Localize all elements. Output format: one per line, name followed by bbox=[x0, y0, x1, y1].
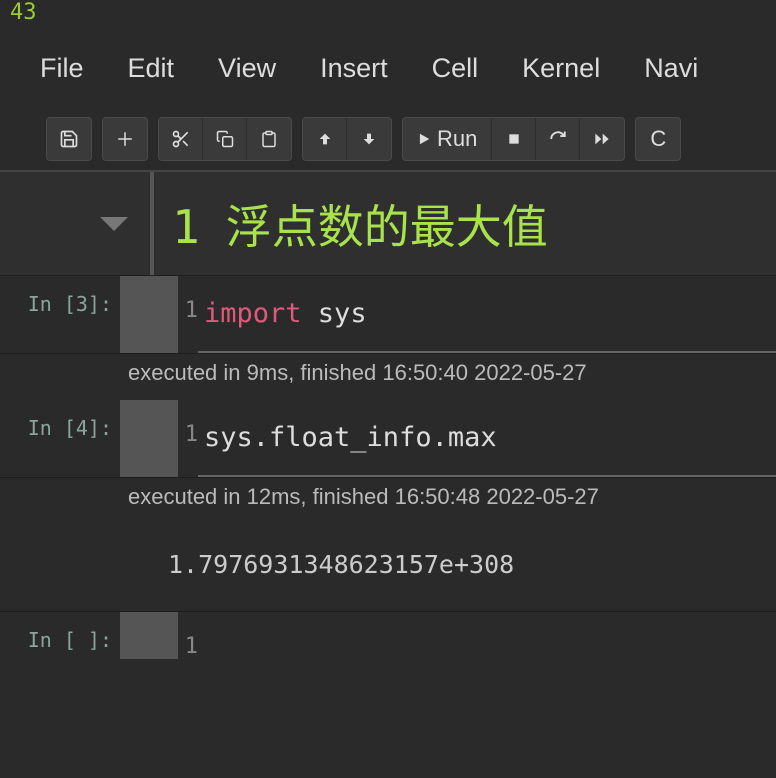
code-cell[interactable]: In [4]: 1 sys.float_info.max executed in… bbox=[0, 400, 776, 612]
heading-title: 浮点数的最大值 bbox=[226, 191, 548, 257]
code-cell[interactable]: In [3]: 1 import sys executed in 9ms, fi… bbox=[0, 276, 776, 400]
cell-output: 1.7976931348623157e+308 bbox=[168, 524, 514, 611]
move-down-button[interactable] bbox=[347, 118, 391, 160]
heading-divider bbox=[150, 172, 154, 275]
line-number: 1 bbox=[178, 276, 198, 353]
cut-button[interactable] bbox=[159, 118, 203, 160]
refresh-icon bbox=[549, 130, 567, 148]
cell-type-label: C bbox=[650, 126, 666, 152]
line-number: 1 bbox=[178, 400, 198, 477]
arrow-down-icon bbox=[361, 131, 377, 147]
restart-button[interactable] bbox=[536, 118, 580, 160]
code-text: sys bbox=[302, 298, 367, 329]
paste-button[interactable] bbox=[247, 118, 291, 160]
cell-gutter bbox=[120, 612, 178, 659]
cell-gutter bbox=[120, 400, 178, 477]
arrow-up-icon bbox=[317, 131, 333, 147]
execution-info: executed in 9ms, finished 16:50:40 2022-… bbox=[128, 354, 587, 396]
top-number-label: 43 bbox=[0, 0, 776, 25]
code-input[interactable]: import sys bbox=[198, 276, 776, 353]
save-icon bbox=[59, 129, 79, 149]
heading-index: 1 bbox=[172, 200, 200, 254]
copy-icon bbox=[216, 130, 234, 148]
scissors-icon bbox=[171, 129, 191, 149]
run-button-label: Run bbox=[437, 126, 477, 152]
move-up-button[interactable] bbox=[303, 118, 347, 160]
menu-kernel[interactable]: Kernel bbox=[522, 53, 600, 84]
menu-bar: File Edit View Insert Cell Kernel Navi bbox=[0, 25, 776, 108]
restart-run-all-button[interactable] bbox=[580, 118, 624, 160]
stop-icon bbox=[507, 132, 521, 146]
input-prompt: In [ ]: bbox=[0, 612, 120, 659]
menu-view[interactable]: View bbox=[218, 53, 276, 84]
input-prompt: In [3]: bbox=[0, 276, 120, 353]
run-button[interactable]: Run bbox=[403, 118, 492, 160]
cell-gutter bbox=[120, 276, 178, 353]
fast-forward-icon bbox=[592, 131, 612, 147]
code-keyword: import bbox=[204, 298, 302, 329]
menu-file[interactable]: File bbox=[40, 53, 84, 84]
paste-icon bbox=[260, 130, 278, 148]
menu-insert[interactable]: Insert bbox=[320, 53, 388, 84]
input-prompt: In [4]: bbox=[0, 400, 120, 477]
save-button[interactable] bbox=[47, 118, 91, 160]
code-input[interactable] bbox=[198, 612, 776, 659]
menu-edit[interactable]: Edit bbox=[128, 53, 175, 84]
line-number: 1 bbox=[178, 612, 198, 659]
cell-type-dropdown[interactable]: C bbox=[636, 118, 680, 160]
execution-info: executed in 12ms, finished 16:50:48 2022… bbox=[128, 478, 599, 520]
code-text: sys.float_info.max bbox=[204, 422, 497, 453]
play-icon bbox=[417, 132, 431, 146]
interrupt-button[interactable] bbox=[492, 118, 536, 160]
plus-icon bbox=[116, 130, 134, 148]
collapse-toggle-icon[interactable] bbox=[100, 217, 128, 231]
add-cell-button[interactable] bbox=[103, 118, 147, 160]
menu-navigate[interactable]: Navi bbox=[644, 53, 698, 84]
toolbar: Run C bbox=[0, 108, 776, 172]
code-input[interactable]: sys.float_info.max bbox=[198, 400, 776, 477]
markdown-heading-cell[interactable]: 1 浮点数的最大值 bbox=[0, 172, 776, 276]
menu-cell[interactable]: Cell bbox=[432, 53, 479, 84]
copy-button[interactable] bbox=[203, 118, 247, 160]
code-cell[interactable]: In [ ]: 1 bbox=[0, 612, 776, 659]
